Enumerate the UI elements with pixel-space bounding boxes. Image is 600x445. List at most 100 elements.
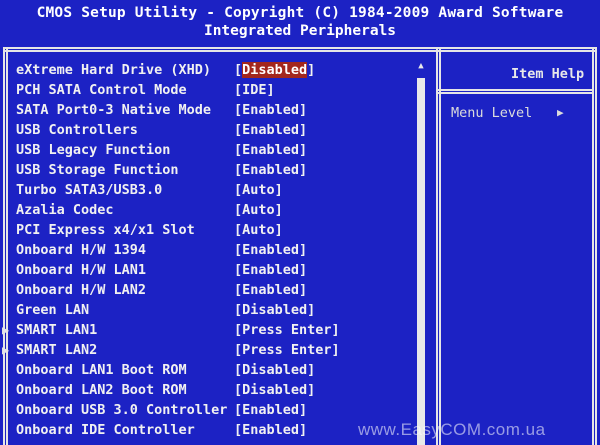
setting-row[interactable]: Onboard LAN2 Boot ROM [Disabled] [0,380,430,400]
value-open-bracket: [ [234,202,243,218]
setting-value[interactable]: [Disabled] [234,380,315,400]
value-close-bracket: ] [299,422,308,438]
setting-row[interactable]: Onboard H/W 1394 [Enabled] [0,240,430,260]
setting-value[interactable]: [Auto] [234,220,283,240]
value-text[interactable]: Auto [242,182,275,198]
setting-value[interactable]: [Enabled] [234,420,307,440]
setting-value[interactable]: [Enabled] [234,120,307,140]
setting-value[interactable]: [Enabled] [234,100,307,120]
value-close-bracket: ] [307,382,316,398]
value-close-bracket: ] [299,282,308,298]
setting-row[interactable]: USB Controllers [Enabled] [0,120,430,140]
setting-value[interactable]: [Disabled] [234,300,315,320]
value-close-bracket: ] [307,302,316,318]
value-text[interactable]: Disabled [242,382,307,398]
setting-value[interactable]: [Press Enter] [234,320,340,340]
setting-row[interactable]: SATA Port0-3 Native Mode [Enabled] [0,100,430,120]
setting-row[interactable]: Green LAN [Disabled] [0,300,430,320]
setting-row[interactable]: Onboard H/W LAN1 [Enabled] [0,260,430,280]
value-text[interactable]: Enabled [242,262,299,278]
value-close-bracket: ] [299,242,308,258]
setting-value[interactable]: [Enabled] [234,240,307,260]
value-text[interactable]: Disabled [242,302,307,318]
setting-value[interactable]: [Auto] [234,200,283,220]
setting-row[interactable]: USB Legacy Function [Enabled] [0,140,430,160]
setting-label: Green LAN [16,302,90,318]
value-open-bracket: [ [234,422,243,438]
setting-label: Onboard IDE Controller [16,422,195,438]
value-close-bracket: ] [331,342,340,358]
submenu-arrow-icon: ▶ [2,323,10,337]
setting-row[interactable]: PCI Express x4/x1 Slot [Auto] [0,220,430,240]
settings-list: eXtreme Hard Drive (XHD) [Disabled] PCH SA… [0,60,430,440]
menu-level-arrow-icon: ▶ [557,106,564,119]
value-close-bracket: ] [307,62,316,78]
value-text[interactable]: Auto [242,222,275,238]
setting-row[interactable]: eXtreme Hard Drive (XHD) [Disabled] [0,60,430,80]
scroll-up-arrow-icon[interactable]: ▲ [414,61,428,71]
value-text[interactable]: Enabled [242,242,299,258]
value-close-bracket: ] [299,402,308,418]
setting-label: PCH SATA Control Mode [16,82,187,98]
setting-label: SMART LAN1 [16,322,98,338]
value-close-bracket: ] [274,202,283,218]
bios-screen: CMOS Setup Utility - Copyright (C) 1984-… [0,0,600,445]
help-panel-separator [437,89,593,94]
setting-value[interactable]: [Enabled] [234,280,307,300]
setting-row[interactable]: Onboard LAN1 Boot ROM [Disabled] [0,360,430,380]
setting-value[interactable]: [Press Enter] [234,340,340,360]
selected-value[interactable]: Disabled [242,62,308,78]
value-text[interactable]: Enabled [242,162,299,178]
setting-value[interactable]: [Disabled] [234,60,315,80]
setting-value[interactable]: [Enabled] [234,140,307,160]
setting-label: USB Storage Function [16,162,179,178]
setting-row[interactable]: Azalia Codec [Auto] [0,200,430,220]
setting-row[interactable]: ▶ SMART LAN2 [Press Enter] [0,340,430,360]
scroll-track[interactable] [417,78,425,445]
value-open-bracket: [ [234,162,243,178]
value-open-bracket: [ [234,122,243,138]
setting-value[interactable]: [Enabled] [234,400,307,420]
value-text[interactable]: Press Enter [242,322,331,338]
setting-value[interactable]: [Enabled] [234,260,307,280]
setting-row[interactable]: ▶ SMART LAN1 [Press Enter] [0,320,430,340]
value-text[interactable]: Enabled [242,422,299,438]
value-text[interactable]: Press Enter [242,342,331,358]
value-open-bracket: [ [234,102,243,118]
value-text[interactable]: Enabled [242,102,299,118]
value-text[interactable]: Enabled [242,402,299,418]
scrollbar[interactable]: ▲ [414,56,428,445]
setting-label: Onboard H/W 1394 [16,242,147,258]
value-text[interactable]: Disabled [242,362,307,378]
setting-value[interactable]: [IDE] [234,80,275,100]
value-text[interactable]: Enabled [242,142,299,158]
value-text[interactable]: Enabled [242,122,299,138]
value-open-bracket: [ [234,182,243,198]
frame-divider [436,47,441,445]
setting-row[interactable]: USB Storage Function [Enabled] [0,160,430,180]
setting-label: Azalia Codec [16,202,114,218]
value-open-bracket: [ [234,62,243,78]
setting-row[interactable]: Onboard USB 3.0 Controller [Enabled] [0,400,430,420]
value-open-bracket: [ [234,82,243,98]
setting-label: Onboard LAN1 Boot ROM [16,362,187,378]
value-close-bracket: ] [299,162,308,178]
value-text[interactable]: Auto [242,202,275,218]
value-text[interactable]: Enabled [242,282,299,298]
setting-row[interactable]: PCH SATA Control Mode [IDE] [0,80,430,100]
setting-row[interactable]: Turbo SATA3/USB3.0 [Auto] [0,180,430,200]
menu-level-label: Menu Level [451,105,533,121]
setting-row[interactable]: Onboard H/W LAN2 [Enabled] [0,280,430,300]
submenu-arrow-icon: ▶ [2,343,10,357]
item-help-title: Item Help [511,66,585,82]
setting-value[interactable]: [Auto] [234,180,283,200]
watermark: www.EasyCOM.com.ua [358,420,546,439]
value-open-bracket: [ [234,222,243,238]
setting-value[interactable]: [Disabled] [234,360,315,380]
value-open-bracket: [ [234,402,243,418]
setting-value[interactable]: [Enabled] [234,160,307,180]
setting-label: SATA Port0-3 Native Mode [16,102,212,118]
value-close-bracket: ] [299,122,308,138]
setting-label: USB Controllers [16,122,138,138]
value-text[interactable]: IDE [242,82,266,98]
